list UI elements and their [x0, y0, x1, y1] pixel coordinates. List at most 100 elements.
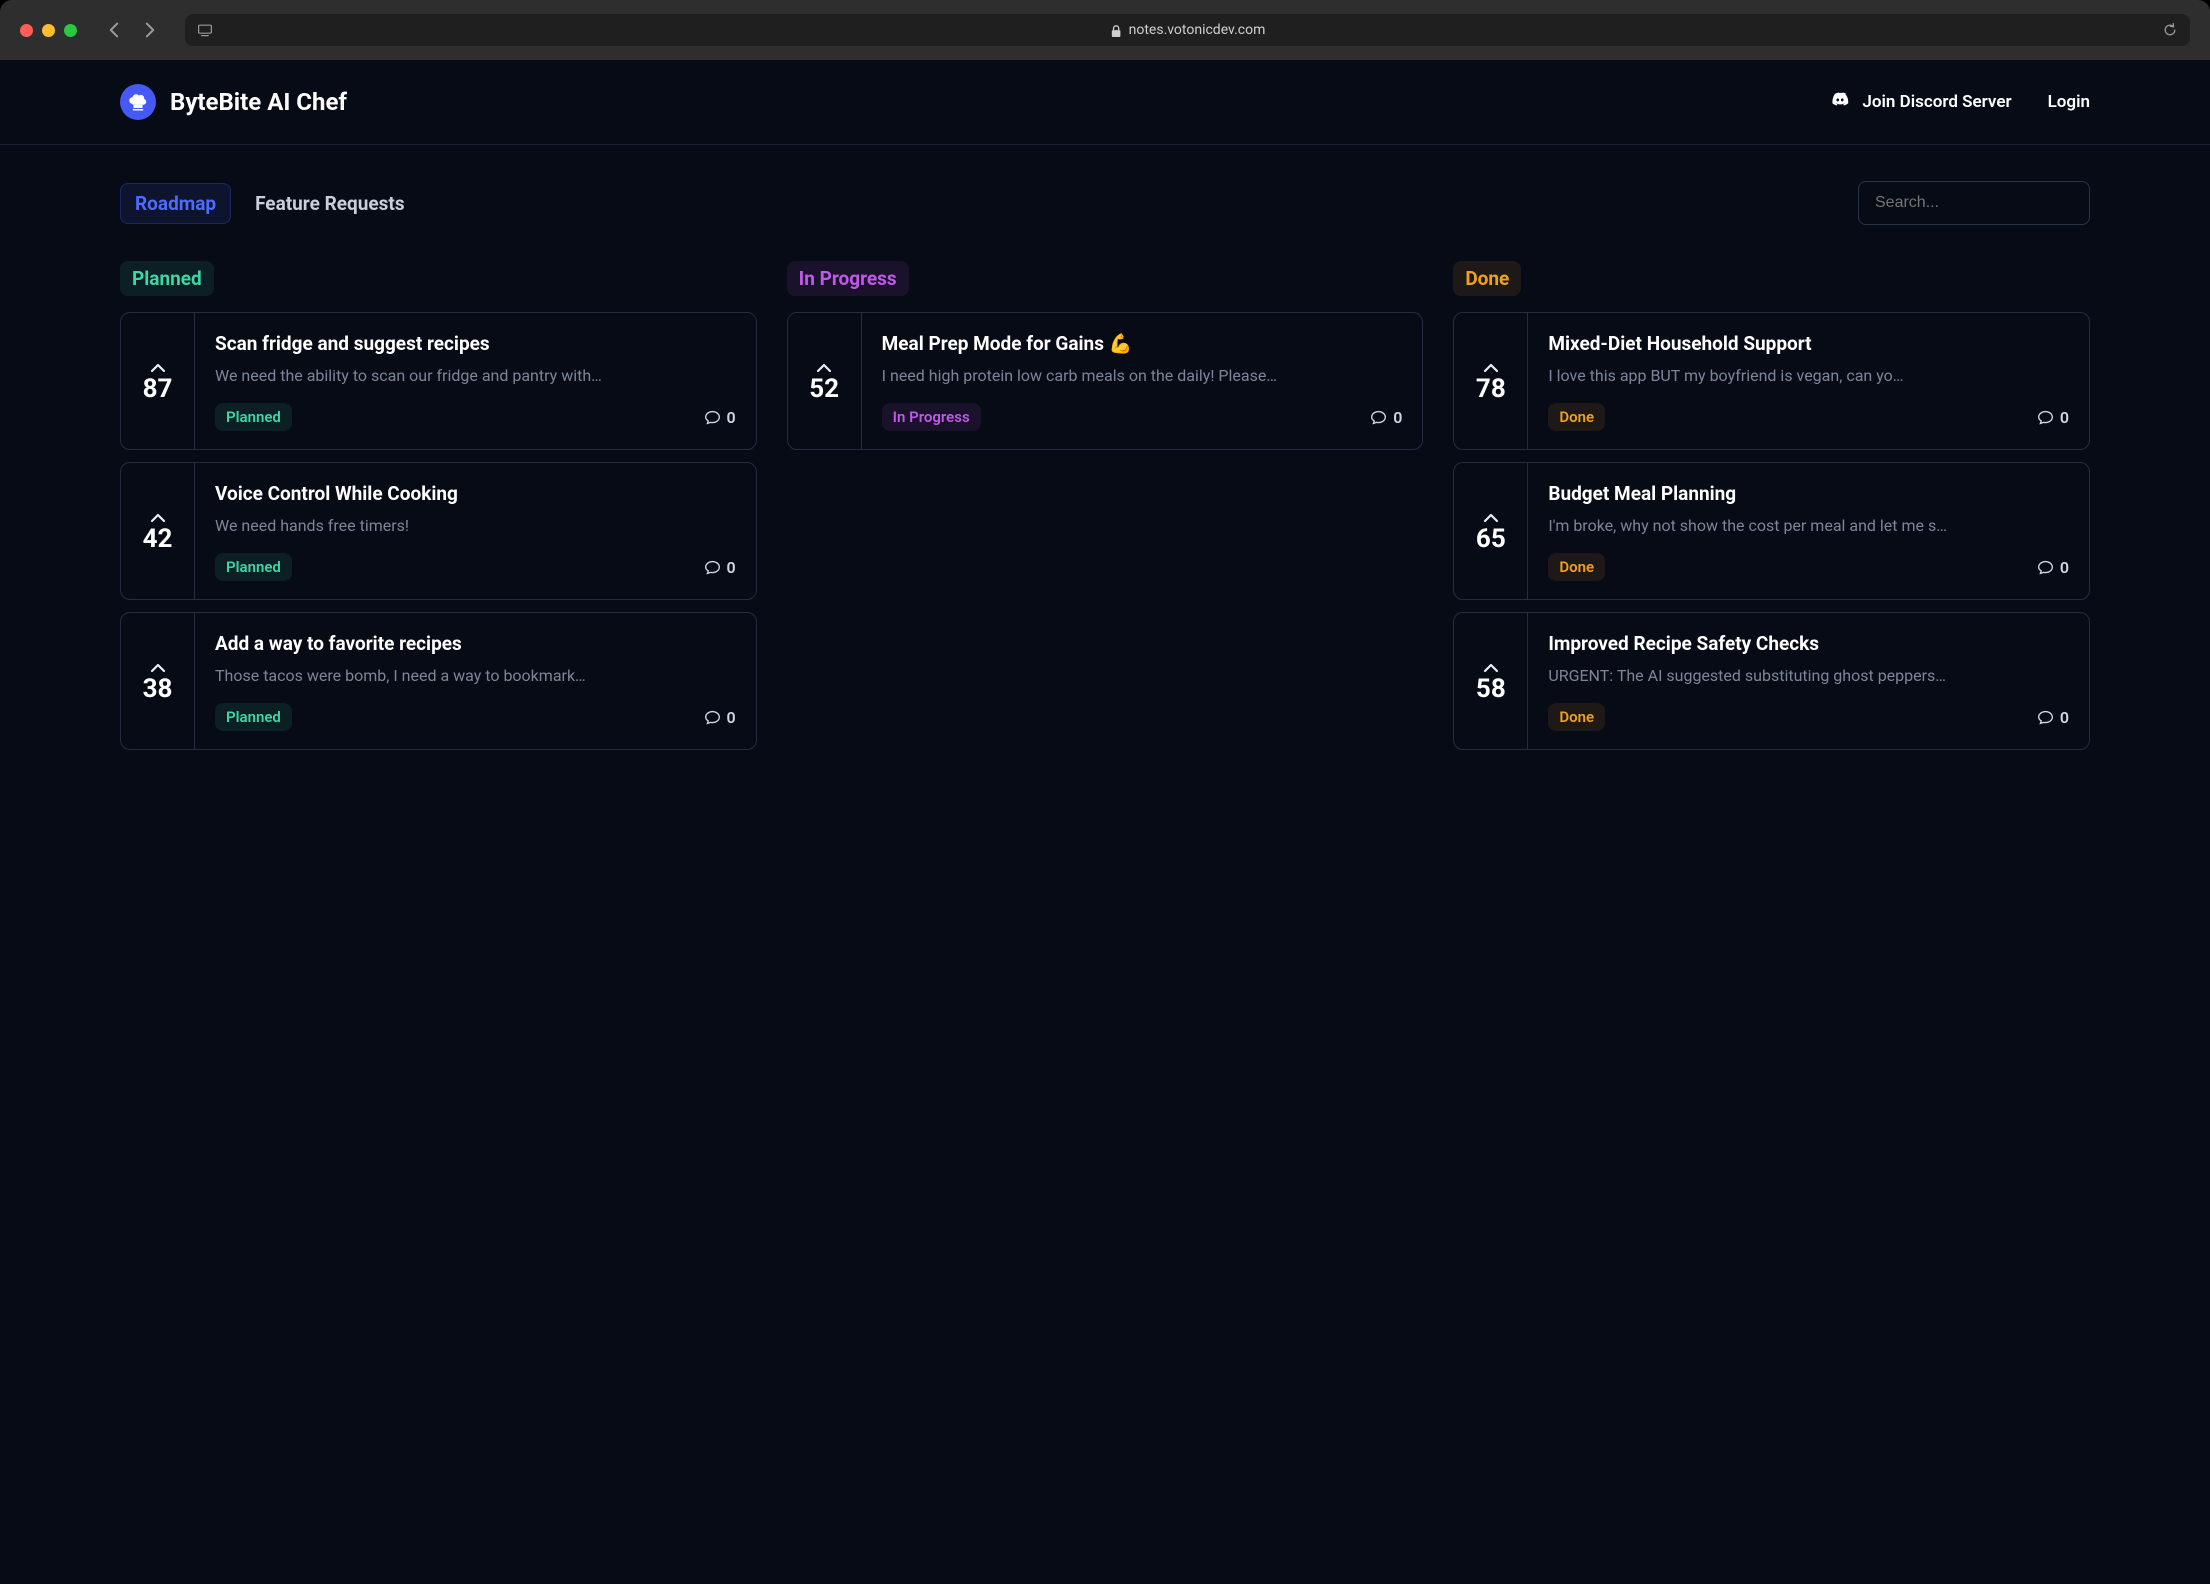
comment-count: 0 [2037, 558, 2069, 577]
feature-card[interactable]: 78 Mixed-Diet Household Support I love t… [1453, 312, 2090, 450]
card-body: Budget Meal Planning I'm broke, why not … [1528, 463, 2089, 599]
back-button[interactable] [107, 23, 121, 37]
status-badge: Done [1548, 553, 1605, 581]
status-badge: Planned [215, 703, 292, 731]
card-body: Improved Recipe Safety Checks URGENT: Th… [1528, 613, 2089, 749]
vote-block[interactable]: 42 [121, 463, 195, 599]
card-title: Voice Control While Cooking [215, 481, 736, 507]
card-title: Add a way to favorite recipes [215, 631, 736, 657]
url-display: notes.votonicdev.com [1110, 22, 1266, 38]
login-link[interactable]: Login [2048, 92, 2090, 112]
card-footer: Planned 0 [215, 553, 736, 581]
comment-icon [704, 709, 721, 726]
feature-card[interactable]: 42 Voice Control While Cooking We need h… [120, 462, 757, 600]
vote-block[interactable]: 52 [788, 313, 862, 449]
url-text: notes.votonicdev.com [1129, 22, 1266, 38]
brand-title: ByteBite AI Chef [170, 88, 347, 116]
maximize-window-button[interactable] [64, 24, 77, 37]
content: Roadmap Feature Requests Planned 87 Scan… [0, 145, 2210, 798]
vote-block[interactable]: 58 [1454, 613, 1528, 749]
feature-card[interactable]: 52 Meal Prep Mode for Gains 💪 I need hig… [787, 312, 1424, 450]
tab-roadmap[interactable]: Roadmap [120, 183, 231, 224]
card-title: Budget Meal Planning [1548, 481, 2069, 507]
nav-arrows [107, 23, 157, 37]
comment-count: 0 [704, 708, 736, 727]
chevron-up-icon[interactable] [1483, 358, 1499, 368]
vote-block[interactable]: 38 [121, 613, 195, 749]
feature-card[interactable]: 58 Improved Recipe Safety Checks URGENT:… [1453, 612, 2090, 750]
vote-count: 42 [143, 524, 173, 554]
comment-icon [704, 409, 721, 426]
vote-block[interactable]: 78 [1454, 313, 1528, 449]
discord-icon [1828, 90, 1852, 115]
discord-label: Join Discord Server [1862, 92, 2011, 112]
url-bar[interactable]: notes.votonicdev.com [185, 14, 2190, 46]
card-body: Voice Control While Cooking We need hand… [195, 463, 756, 599]
chevron-up-icon[interactable] [150, 508, 166, 518]
chevron-up-icon[interactable] [150, 658, 166, 668]
comment-count: 0 [704, 408, 736, 427]
tabs: Roadmap Feature Requests [120, 183, 419, 224]
comment-icon [2037, 409, 2054, 426]
card-footer: Done 0 [1548, 553, 2069, 581]
status-badge: In Progress [882, 403, 981, 431]
card-desc: I'm broke, why not show the cost per mea… [1548, 515, 2069, 537]
card-desc: I need high protein low carb meals on th… [882, 365, 1403, 387]
forward-button[interactable] [143, 23, 157, 37]
vote-block[interactable]: 65 [1454, 463, 1528, 599]
vote-count: 52 [809, 374, 839, 404]
comment-number: 0 [727, 558, 736, 577]
status-badge: Planned [215, 553, 292, 581]
vote-count: 38 [143, 674, 173, 704]
feature-card[interactable]: 38 Add a way to favorite recipes Those t… [120, 612, 757, 750]
brand[interactable]: ByteBite AI Chef [120, 84, 347, 120]
chevron-up-icon[interactable] [816, 358, 832, 368]
comment-icon [2037, 559, 2054, 576]
discord-link[interactable]: Join Discord Server [1828, 90, 2011, 115]
card-footer: In Progress 0 [882, 403, 1403, 431]
tab-feature-requests[interactable]: Feature Requests [241, 184, 419, 223]
close-window-button[interactable] [20, 24, 33, 37]
card-footer: Planned 0 [215, 403, 736, 431]
minimize-window-button[interactable] [42, 24, 55, 37]
vote-count: 65 [1476, 524, 1506, 554]
feature-card[interactable]: 65 Budget Meal Planning I'm broke, why n… [1453, 462, 2090, 600]
column-title-inprogress: In Progress [787, 261, 909, 296]
status-badge: Done [1548, 703, 1605, 731]
comment-number: 0 [2060, 708, 2069, 727]
search-input[interactable] [1858, 181, 2090, 225]
chevron-up-icon[interactable] [1483, 508, 1499, 518]
card-desc: Those tacos were bomb, I need a way to b… [215, 665, 736, 687]
card-desc: We need the ability to scan our fridge a… [215, 365, 736, 387]
comment-number: 0 [1393, 408, 1402, 427]
card-title: Meal Prep Mode for Gains 💪 [882, 331, 1403, 357]
comment-number: 0 [2060, 558, 2069, 577]
site-settings-icon[interactable] [197, 21, 215, 39]
comment-number: 0 [2060, 408, 2069, 427]
comment-number: 0 [727, 408, 736, 427]
column-title-done: Done [1453, 261, 1521, 296]
vote-block[interactable]: 87 [121, 313, 195, 449]
feature-card[interactable]: 87 Scan fridge and suggest recipes We ne… [120, 312, 757, 450]
card-body: Add a way to favorite recipes Those taco… [195, 613, 756, 749]
column-planned: Planned 87 Scan fridge and suggest recip… [120, 261, 757, 762]
browser-chrome: notes.votonicdev.com [0, 0, 2210, 60]
comment-icon [704, 559, 721, 576]
comment-count: 0 [2037, 708, 2069, 727]
card-title: Scan fridge and suggest recipes [215, 331, 736, 357]
column-done: Done 78 Mixed-Diet Household Support I l… [1453, 261, 2090, 762]
lock-icon [1110, 24, 1123, 37]
comment-count: 0 [1370, 408, 1402, 427]
status-badge: Done [1548, 403, 1605, 431]
chevron-up-icon[interactable] [150, 358, 166, 368]
comment-count: 0 [704, 558, 736, 577]
refresh-button[interactable] [2162, 22, 2178, 38]
card-body: Meal Prep Mode for Gains 💪 I need high p… [862, 313, 1423, 449]
card-body: Mixed-Diet Household Support I love this… [1528, 313, 2089, 449]
page: ByteBite AI Chef Join Discord Server Log… [0, 60, 2210, 1584]
column-title-planned: Planned [120, 261, 214, 296]
chevron-up-icon[interactable] [1483, 658, 1499, 668]
card-title: Mixed-Diet Household Support [1548, 331, 2069, 357]
traffic-lights [20, 24, 77, 37]
card-body: Scan fridge and suggest recipes We need … [195, 313, 756, 449]
